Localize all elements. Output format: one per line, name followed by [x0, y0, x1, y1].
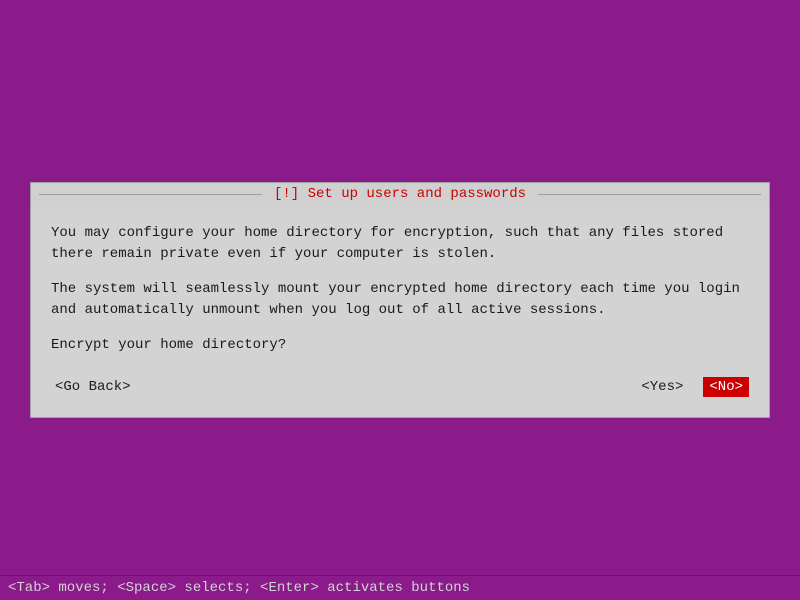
title-line-right	[538, 194, 761, 195]
dialog-container: [!] Set up users and passwords You may c…	[30, 182, 770, 418]
no-button[interactable]: <No>	[703, 377, 749, 397]
dialog-title: [!] Set up users and passwords	[270, 186, 530, 202]
dialog-buttons: <Go Back> <Yes> <No>	[51, 373, 749, 397]
dialog-body: You may configure your home directory fo…	[31, 207, 769, 417]
go-back-button[interactable]: <Go Back>	[51, 377, 135, 397]
dialog-question: Encrypt your home directory?	[51, 337, 749, 353]
title-line-left	[39, 194, 262, 195]
paragraph-1: You may configure your home directory fo…	[51, 223, 749, 265]
yes-button[interactable]: <Yes>	[637, 377, 687, 397]
status-bar: <Tab> moves; <Space> selects; <Enter> ac…	[0, 575, 800, 600]
dialog-description: You may configure your home directory fo…	[51, 223, 749, 321]
dialog-title-bar: [!] Set up users and passwords	[31, 182, 769, 206]
desktop: [!] Set up users and passwords You may c…	[0, 0, 800, 600]
status-bar-text: <Tab> moves; <Space> selects; <Enter> ac…	[8, 580, 470, 596]
paragraph-2: The system will seamlessly mount your en…	[51, 279, 749, 321]
